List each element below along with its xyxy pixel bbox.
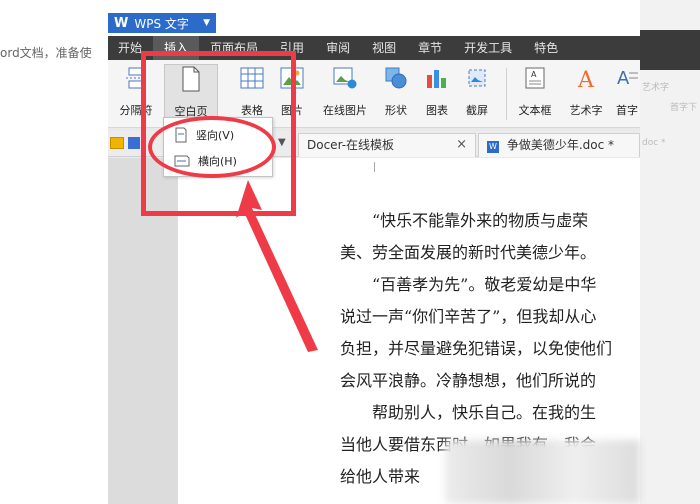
background-hint-text: ord文档，准备使	[0, 46, 92, 60]
online-picture-icon	[332, 64, 358, 92]
document-line: “快乐不能靠外来的物质与虚荣	[372, 211, 589, 230]
background-desktop-left: ord文档，准备使	[0, 0, 108, 504]
dropcap-button[interactable]: A 首字	[610, 64, 640, 122]
document-line: 帮助别人，快乐自己。在我的生	[372, 403, 597, 422]
textbox-label: 文本框	[518, 104, 552, 117]
blurred-watermark	[445, 440, 640, 504]
shape-icon	[383, 64, 409, 92]
textbox-icon: A	[522, 64, 548, 92]
chart-label: 图表	[426, 104, 448, 117]
document-line: “百善孝为先”。敬老爱幼是中华	[372, 275, 597, 294]
tab-document[interactable]: W 争做美德少年.doc *	[478, 133, 640, 157]
bar-chart-icon	[424, 64, 450, 92]
app-name: WPS 文字	[134, 16, 189, 31]
wps-logo-icon: W	[114, 15, 129, 31]
background-ghost-text-2: 首字下	[670, 103, 698, 113]
menu-features[interactable]: 特色	[523, 36, 569, 60]
menu-section[interactable]: 章节	[407, 36, 453, 60]
screenshot-label: 截屏	[466, 104, 488, 117]
dropcap-icon: A	[614, 64, 640, 92]
svg-text:A: A	[577, 68, 595, 91]
document-line: 给他人带来	[340, 467, 421, 486]
wordart-button[interactable]: A 艺术字	[564, 64, 608, 122]
svg-text:A: A	[531, 70, 537, 79]
chart-button[interactable]: 图表	[420, 64, 454, 122]
textbox-button[interactable]: A 文本框	[510, 64, 560, 122]
tab-document-label: 争做美德少年.doc *	[506, 138, 615, 152]
document-line: 负担，并尽量避免犯错误，以免使他们	[340, 339, 613, 358]
word-doc-icon: W	[487, 141, 499, 153]
wordart-label: 艺术字	[569, 104, 603, 117]
online-picture-label: 在线图片	[323, 104, 367, 117]
margin-marker	[374, 162, 375, 172]
shape-label: 形状	[385, 104, 407, 117]
ribbon-divider	[506, 68, 507, 120]
screenshot-icon	[464, 64, 490, 92]
shape-button[interactable]: 形状	[378, 64, 414, 122]
background-dark-strip	[640, 30, 700, 70]
svg-text:A: A	[617, 68, 630, 89]
wordart-icon: A	[573, 64, 599, 92]
title-bar: W WPS 文字 ▼	[108, 0, 640, 36]
background-desktop-right: 艺术字 首字下 doc *	[640, 0, 700, 504]
background-ghost-text-1: 艺术字	[642, 83, 670, 93]
menu-review[interactable]: 审阅	[315, 36, 361, 60]
background-ghost-text-3: doc *	[642, 138, 666, 148]
chevron-down-icon: ▼	[203, 18, 210, 28]
dropcap-label: 首字	[616, 104, 638, 117]
menu-developer-tools[interactable]: 开发工具	[453, 36, 523, 60]
open-folder-icon[interactable]	[110, 137, 124, 149]
document-line: 说过一声“你们辛苦了”，但我却从心	[340, 307, 597, 326]
online-picture-button[interactable]: 在线图片	[316, 64, 374, 122]
menu-view[interactable]: 视图	[361, 36, 407, 60]
tab-docer-label: Docer-在线模板	[307, 138, 395, 152]
tab-docer-templates[interactable]: Docer-在线模板 ×	[298, 133, 476, 157]
screenshot-button[interactable]: 截屏	[456, 64, 498, 122]
document-line: 美、劳全面发展的新时代美德少年。	[340, 243, 597, 262]
close-icon[interactable]: ×	[456, 134, 467, 156]
save-icon[interactable]	[128, 137, 140, 149]
document-line: 会风平浪静。冷静想想，他们所说的	[340, 371, 597, 390]
annotation-highlight-ellipse	[148, 116, 276, 178]
wps-app-menu-button[interactable]: W WPS 文字 ▼	[108, 13, 216, 33]
